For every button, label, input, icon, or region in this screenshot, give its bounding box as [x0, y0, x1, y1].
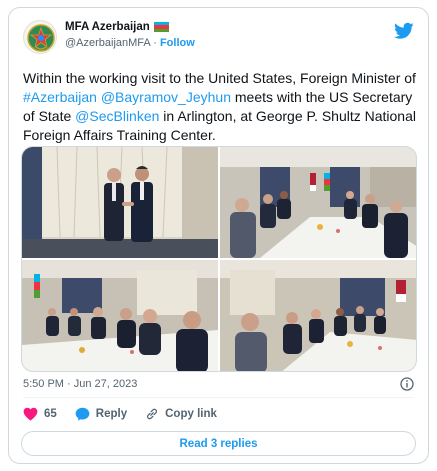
like-button[interactable]: 65 — [23, 407, 57, 421]
avatar[interactable] — [23, 20, 57, 54]
link-icon — [147, 408, 158, 420]
follow-button[interactable]: Follow — [160, 37, 195, 49]
display-name[interactable]: MFA Azerbaijan — [65, 21, 150, 33]
photo-meeting-1[interactable] — [220, 147, 416, 258]
action-bar: 65 Reply Copy link — [23, 407, 235, 421]
copy-link-label: Copy link — [165, 408, 217, 420]
separator: · — [153, 37, 157, 49]
divider — [23, 397, 414, 398]
tweet-text-segment: Within the working visit to the United S… — [23, 70, 416, 86]
timestamp-separator: · — [67, 378, 71, 390]
reply-bubble-icon — [75, 407, 90, 421]
mention-link[interactable]: @Bayramov_Jeyhun — [101, 89, 231, 105]
handle[interactable]: @AzerbaijanMFA — [65, 37, 150, 49]
tweet-time: 5:50 PM — [23, 378, 64, 390]
hashtag-link[interactable]: #Azerbaijan — [23, 89, 97, 105]
photo-meeting-2[interactable] — [22, 260, 218, 371]
azerbaijan-emblem-icon — [27, 24, 55, 52]
tweet-card: MFA Azerbaijan @AzerbaijanMFA · Follow W… — [8, 7, 429, 464]
read-replies-button[interactable]: Read 3 replies — [21, 431, 416, 456]
tweet-date: Jun 27, 2023 — [73, 378, 138, 390]
reply-label: Reply — [95, 408, 128, 420]
tweet-header: MFA Azerbaijan @AzerbaijanMFA · Follow — [23, 20, 414, 56]
reply-button[interactable]: Reply — [75, 407, 127, 421]
photo-grid — [21, 146, 417, 372]
read-replies-label: Read 3 replies — [179, 437, 258, 450]
tweet-timestamp[interactable]: 5:50 PM · Jun 27, 2023 — [23, 378, 137, 390]
photo-handshake[interactable] — [22, 147, 218, 258]
info-icon[interactable] — [400, 377, 414, 391]
twitter-bird-icon[interactable] — [394, 22, 414, 40]
copy-link-button[interactable]: Copy link — [145, 407, 217, 421]
heart-icon — [23, 407, 38, 421]
photo-meeting-3[interactable] — [220, 260, 416, 371]
account-names: MFA Azerbaijan @AzerbaijanMFA · Follow — [65, 21, 195, 49]
azerbaijan-flag-icon — [153, 22, 169, 32]
tweet-text: Within the working visit to the United S… — [23, 69, 418, 145]
like-count: 65 — [44, 408, 57, 420]
mention-link[interactable]: @SecBlinken — [75, 108, 159, 124]
